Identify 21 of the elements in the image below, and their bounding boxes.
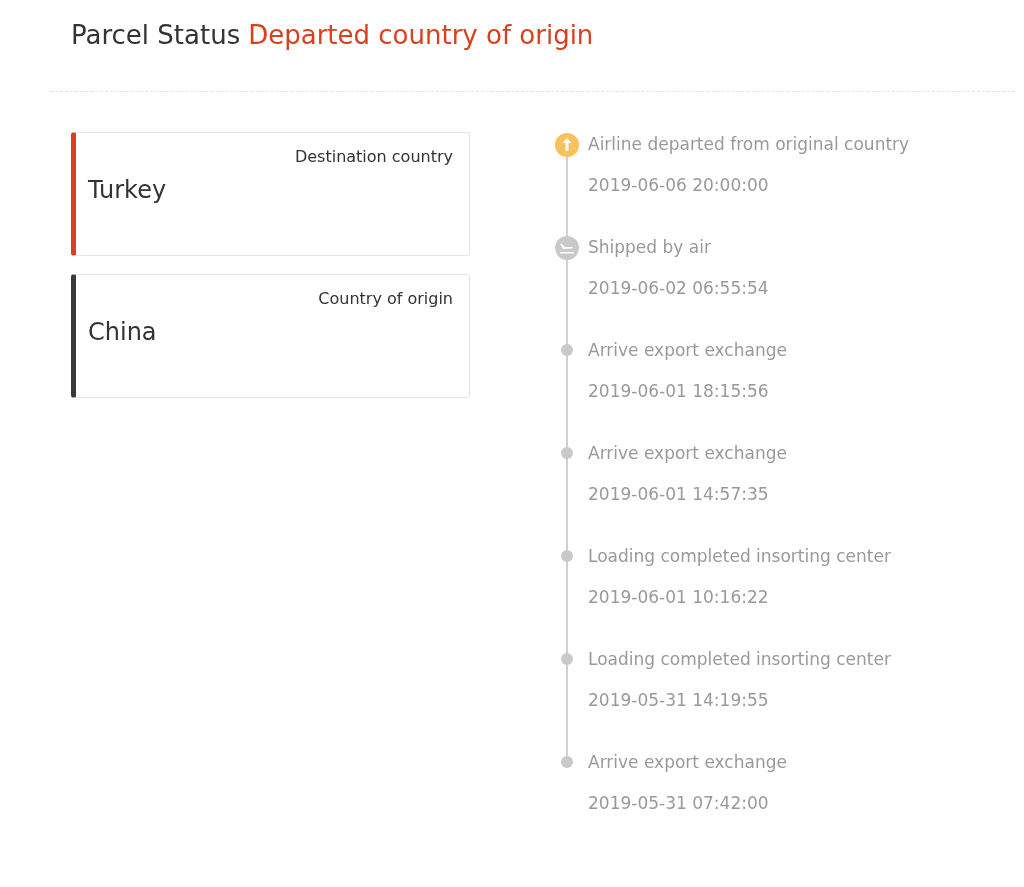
event-time: 2019-06-01 18:15:56 [588, 380, 770, 403]
event-title: Airline departed from original country [588, 133, 910, 156]
event-time: 2019-05-31 14:19:55 [588, 689, 770, 712]
arrow-up-icon [554, 132, 580, 158]
event-time: 2019-06-02 06:55:54 [588, 277, 770, 300]
event-time: 2019-06-01 14:57:35 [588, 483, 770, 506]
event-title: Arrive export exchange [588, 339, 788, 362]
country-name: Turkey [88, 176, 168, 204]
card-label: Country of origin [318, 289, 453, 308]
event-title: Arrive export exchange [588, 442, 788, 465]
card-label: Destination country [294, 147, 453, 166]
event-time: 2019-06-06 20:00:00 [588, 174, 770, 197]
country-name: China [88, 318, 158, 346]
event-title: Loading completed insorting center [588, 545, 892, 568]
event-title: Arrive export exchange [588, 751, 788, 774]
event-title: Shipped by air [588, 236, 712, 259]
parcel-status: Departed country of origin [248, 19, 594, 52]
event-time: 2019-06-01 10:16:22 [588, 586, 770, 609]
page-title: Parcel Status [71, 19, 241, 52]
event-time: 2019-05-31 07:42:00 [588, 792, 770, 815]
event-title: Loading completed insorting center [588, 648, 892, 671]
